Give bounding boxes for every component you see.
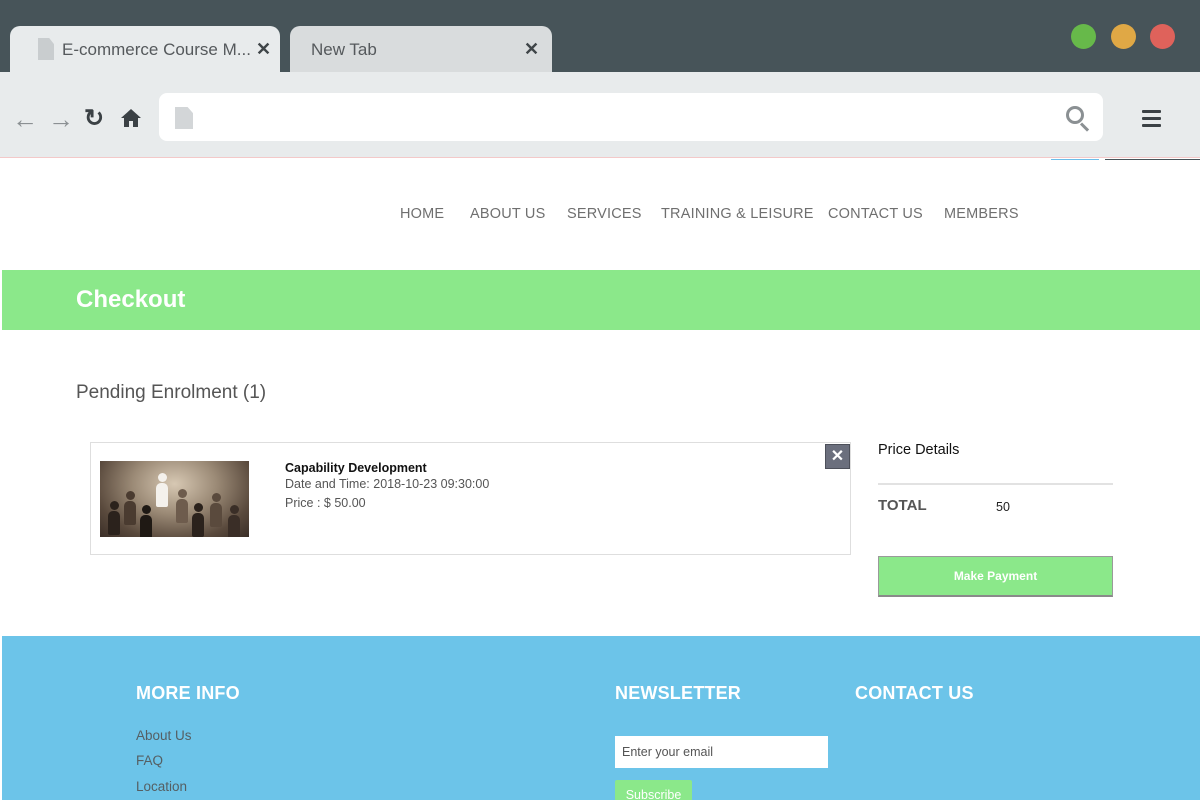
newsletter-email-input[interactable] [615, 736, 828, 768]
page-banner: Checkout [2, 270, 1200, 330]
tab-title: E-commerce Course M... [62, 40, 251, 59]
nav-members[interactable]: MEMBERS [944, 206, 1019, 222]
footer-contact-heading: CONTACT US [855, 683, 974, 703]
window-maximize-button[interactable] [1071, 24, 1096, 49]
footer-link-about-us[interactable]: About Us [136, 728, 192, 743]
price-details-heading: Price Details [878, 442, 960, 458]
web-page: HOME ABOUT US SERVICES TRAINING & LEISUR… [2, 159, 1200, 800]
total-value: 50 [996, 500, 1010, 514]
header-accent-line [1051, 159, 1099, 160]
page-title: Checkout [76, 286, 186, 313]
hamburger-menu-icon[interactable] [1142, 110, 1161, 128]
arrow-right-icon[interactable]: → [48, 106, 74, 132]
address-bar[interactable] [159, 93, 1103, 141]
nav-services[interactable]: SERVICES [567, 206, 642, 222]
close-icon[interactable]: ✕ [256, 38, 271, 60]
document-icon [38, 38, 54, 60]
pending-enrolment-title: Pending Enrolment (1) [76, 382, 267, 403]
browser-title-bar: E-commerce Course M... ✕ New Tab ✕ [0, 0, 1200, 72]
nav-about-us[interactable]: ABOUT US [470, 206, 545, 222]
nav-contact-us[interactable]: CONTACT US [828, 206, 923, 222]
document-icon [175, 107, 193, 129]
window-close-button[interactable] [1150, 24, 1175, 49]
nav-training-leisure[interactable]: TRAINING & LEISURE [661, 206, 814, 222]
tab-new-tab[interactable]: New Tab ✕ [290, 26, 552, 72]
subscribe-button[interactable]: Subscribe [615, 780, 692, 800]
divider [878, 483, 1113, 485]
course-price: Price : $ 50.00 [285, 496, 366, 510]
reload-icon[interactable]: ↻ [84, 106, 104, 132]
footer-newsletter-heading: NEWSLETTER [615, 683, 741, 703]
tab-title: New Tab [311, 40, 377, 59]
footer-more-info-heading: MORE INFO [136, 683, 240, 703]
site-footer: MORE INFO About Us FAQ Location NEWSLETT… [2, 636, 1200, 800]
footer-link-faq[interactable]: FAQ [136, 753, 163, 768]
remove-item-button[interactable]: ✕ [825, 444, 850, 469]
make-payment-button[interactable]: Make Payment [878, 556, 1113, 597]
course-name: Capability Development [285, 461, 427, 475]
close-icon[interactable]: ✕ [524, 38, 539, 60]
tab-ecommerce-course[interactable]: E-commerce Course M... ✕ [10, 26, 280, 72]
total-label: TOTAL [878, 497, 927, 514]
main-nav: HOME ABOUT US SERVICES TRAINING & LEISUR… [2, 206, 1200, 226]
home-icon[interactable] [120, 108, 142, 128]
footer-link-location[interactable]: Location [136, 779, 187, 794]
window-minimize-button[interactable] [1111, 24, 1136, 49]
arrow-left-icon[interactable]: ← [12, 106, 38, 132]
nav-home[interactable]: HOME [400, 206, 444, 222]
course-image [100, 461, 249, 537]
course-date-time: Date and Time: 2018-10-23 09:30:00 [285, 477, 490, 491]
cart-item: Capability Development Date and Time: 20… [90, 442, 851, 555]
header-accent-line [1105, 159, 1200, 160]
